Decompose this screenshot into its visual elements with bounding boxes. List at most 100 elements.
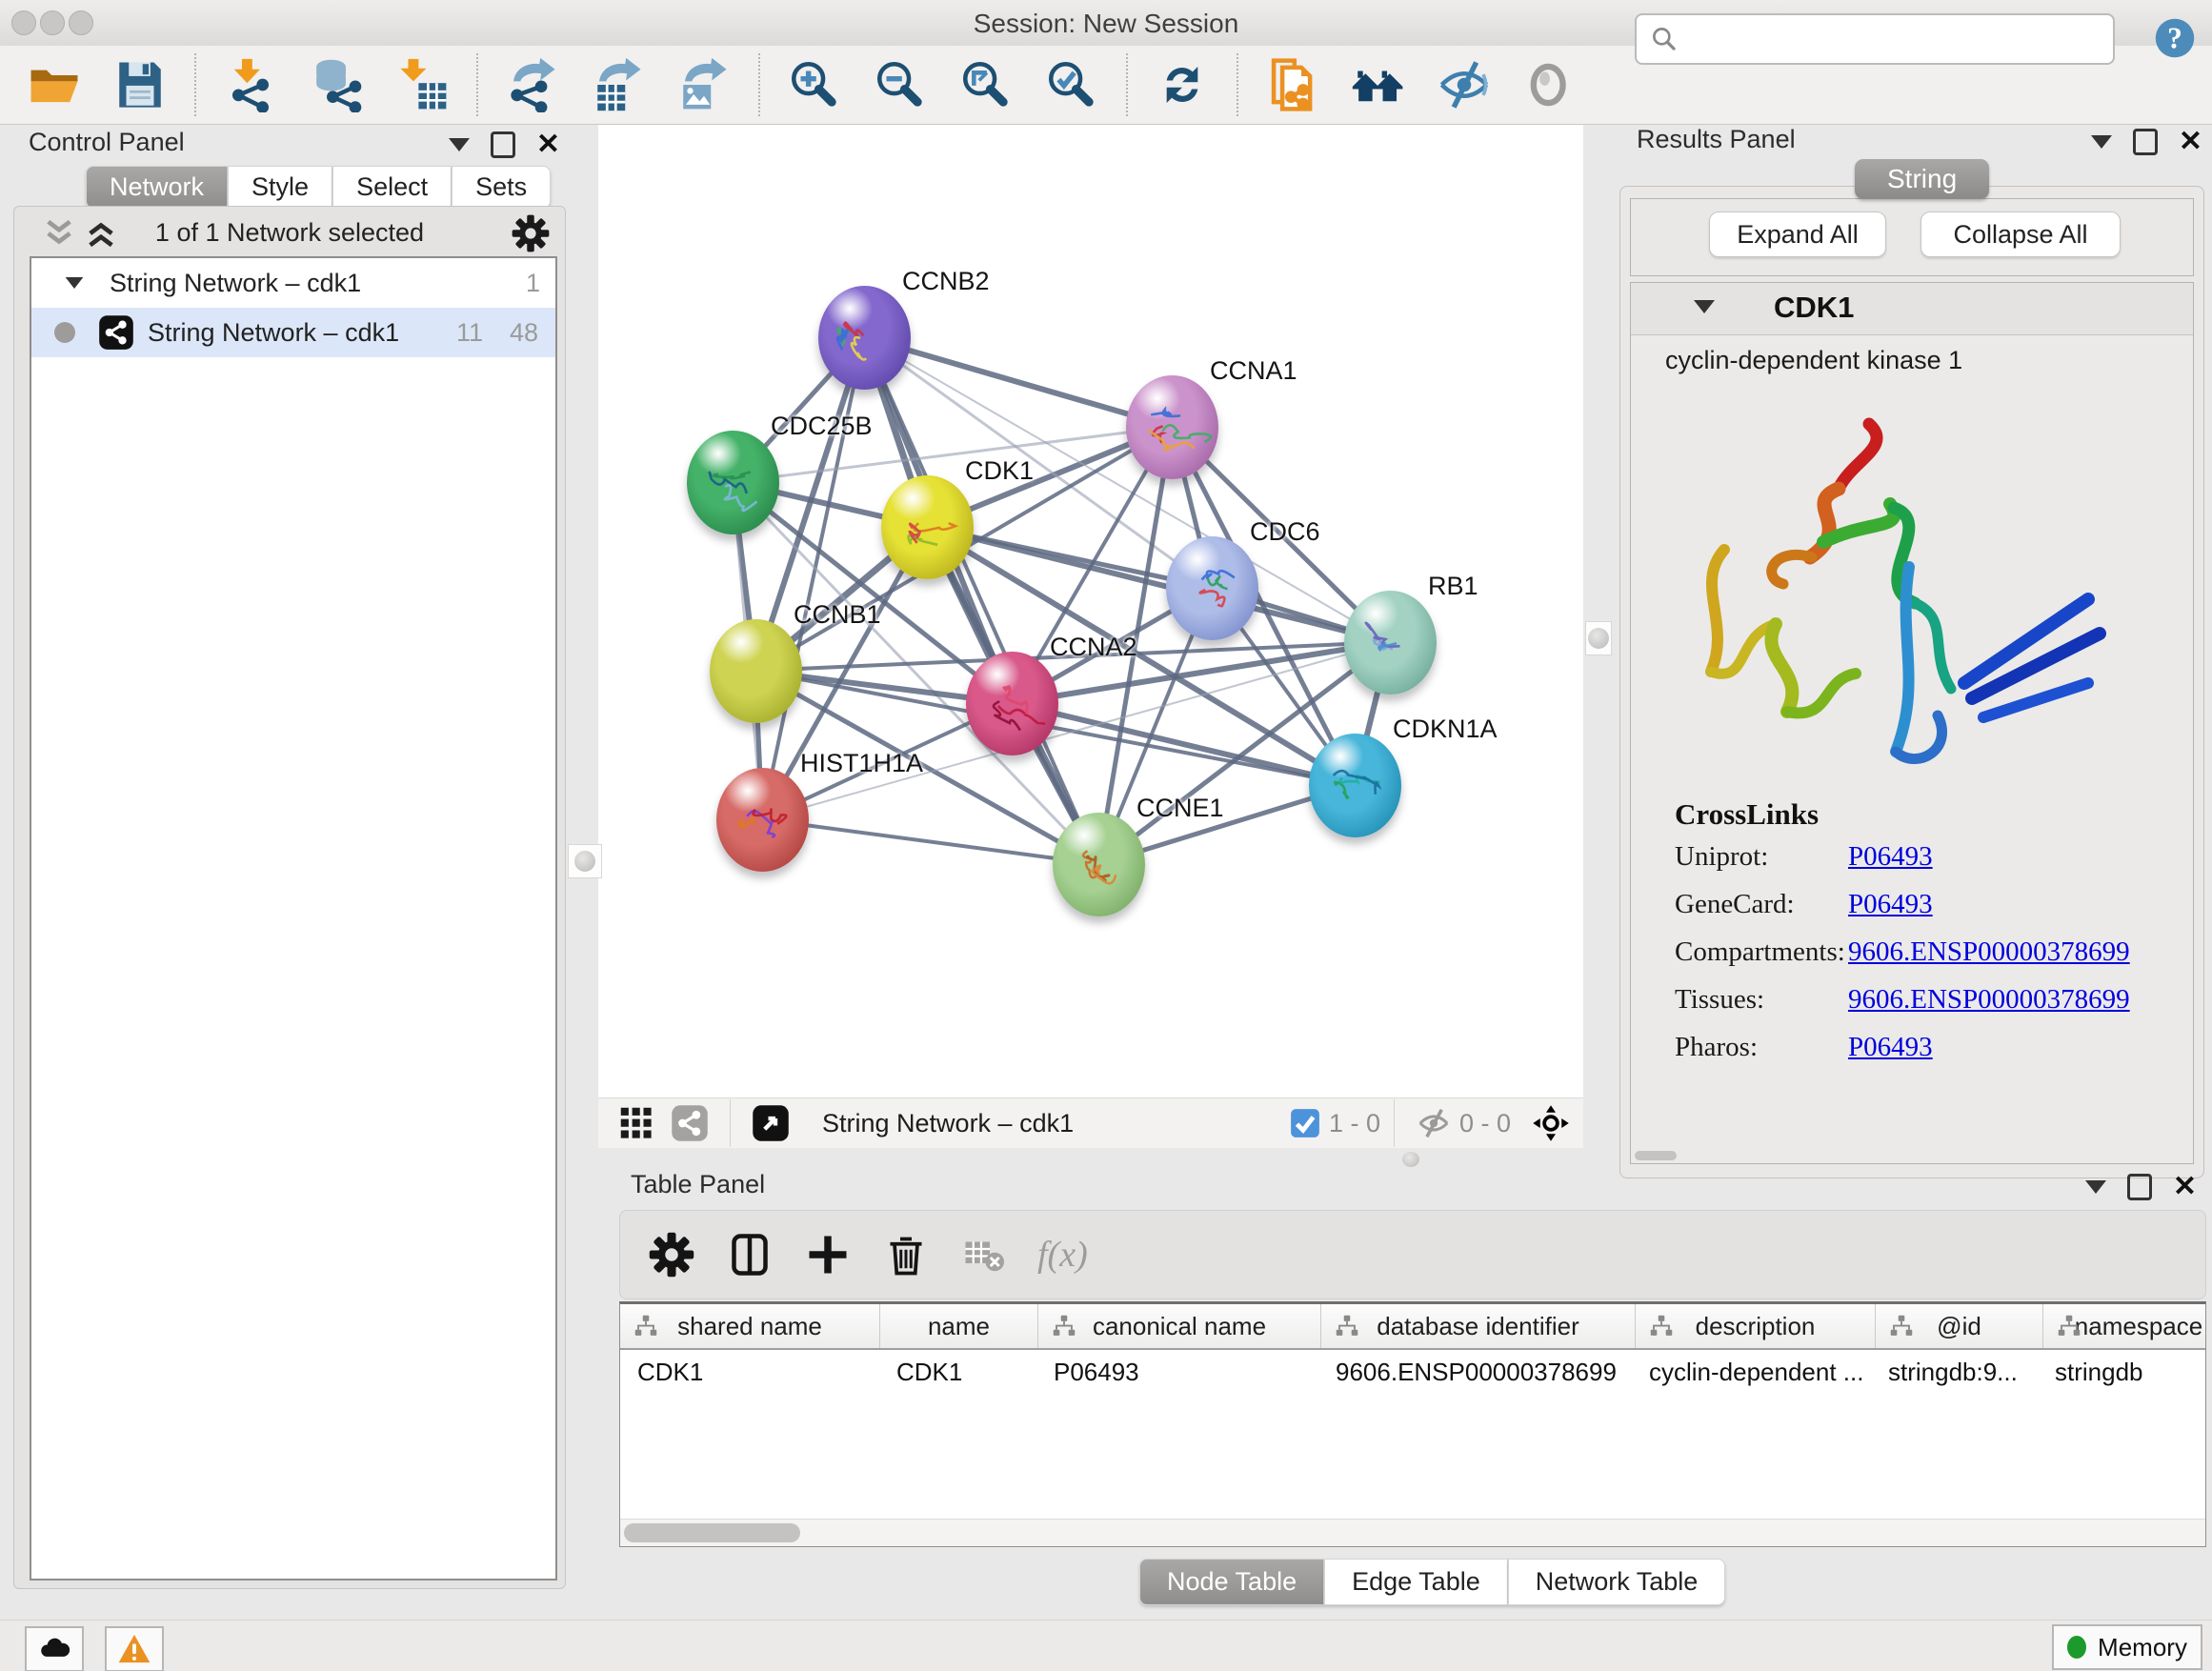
table-scrollbar-thumb[interactable] <box>624 1523 800 1542</box>
tab-network-table[interactable]: Network Table <box>1508 1559 1726 1605</box>
column-header--id[interactable]: @id <box>1876 1304 2043 1348</box>
tab-sets[interactable]: Sets <box>452 166 551 209</box>
string-eye-slash-button[interactable] <box>1435 55 1494 114</box>
tab-node-table[interactable]: Node Table <box>1139 1559 1324 1605</box>
selected-checkbox-icon[interactable] <box>1289 1107 1321 1139</box>
control-panel-float-button[interactable] <box>491 131 515 158</box>
crosslink-link[interactable]: 9606.ENSP00000378699 <box>1848 984 2130 1016</box>
network-canvas[interactable]: CCNB2CCNA1CDC25BCDK1CDC6RB1CCNB1CCNA2CDK… <box>598 125 1583 1097</box>
node-cdk1[interactable] <box>881 475 974 579</box>
table-cell: 9606.ENSP00000378699 <box>1318 1350 1632 1394</box>
node-hist1h1a[interactable] <box>716 768 809 872</box>
protein-structure-thumbnail <box>966 652 1058 755</box>
network-collection-row[interactable]: String Network – cdk1 1 <box>31 258 555 308</box>
import-network-database-button[interactable] <box>307 55 366 114</box>
node-ccnb2[interactable] <box>818 286 911 390</box>
collection-expand-icon[interactable] <box>66 277 84 289</box>
tab-string[interactable]: String <box>1855 159 1989 199</box>
tab-network[interactable]: Network <box>86 166 228 209</box>
zoom-in-button[interactable] <box>785 55 844 114</box>
right-splitter-handle[interactable] <box>1585 621 1612 655</box>
function-builder-button[interactable]: f(x) <box>1037 1230 1088 1279</box>
memory-button[interactable]: Memory <box>2052 1624 2202 1670</box>
birds-eye-view-icon[interactable] <box>752 1104 790 1142</box>
network-options-gear-icon[interactable] <box>512 214 550 252</box>
table-horizontal-scrollbar[interactable] <box>620 1519 2205 1546</box>
tab-style[interactable]: Style <box>228 166 332 209</box>
fit-content-crosshair-icon[interactable] <box>1532 1104 1570 1142</box>
gene-entry-header[interactable]: CDK1 <box>1631 283 2193 335</box>
warnings-button[interactable] <box>105 1626 164 1671</box>
column-header-namespace[interactable]: namespace <box>2043 1304 2206 1348</box>
grid-view-icon[interactable] <box>617 1104 655 1142</box>
zoom-fit-button[interactable] <box>956 55 1016 114</box>
refresh-button[interactable] <box>1153 55 1212 114</box>
delete-table-button[interactable] <box>959 1230 1009 1279</box>
crosslink-link[interactable]: P06493 <box>1848 841 1933 873</box>
node-rb1[interactable] <box>1344 591 1437 695</box>
details-scrollbar[interactable] <box>1635 1151 1677 1160</box>
import-table-button[interactable] <box>392 55 452 114</box>
search-input[interactable] <box>1680 19 2113 59</box>
string-document-button[interactable] <box>1263 55 1322 114</box>
results-panel-close-button[interactable]: ✕ <box>2179 131 2202 152</box>
tab-select[interactable]: Select <box>332 166 452 209</box>
control-panel-close-button[interactable]: ✕ <box>536 134 560 155</box>
node-label-ccnb2: CCNB2 <box>902 267 990 296</box>
zoom-in-icon <box>787 57 842 112</box>
column-header-shared-name[interactable]: shared name <box>620 1304 880 1348</box>
column-header-database-identifier[interactable]: database identifier <box>1321 1304 1636 1348</box>
left-splitter-handle[interactable] <box>568 844 602 878</box>
export-image-button[interactable] <box>674 55 734 114</box>
delete-column-button[interactable] <box>881 1230 931 1279</box>
help-button[interactable]: ? <box>2152 15 2198 61</box>
protein-structure-thumbnail <box>710 619 802 723</box>
node-ccna2[interactable] <box>966 652 1058 755</box>
open-session-button[interactable] <box>25 55 84 114</box>
column-header-name[interactable]: name <box>880 1304 1038 1348</box>
export-network-button[interactable] <box>503 55 562 114</box>
zoom-out-button[interactable] <box>871 55 930 114</box>
table-toolbar: f(x) <box>619 1210 2206 1299</box>
string-eye-button[interactable] <box>1520 55 1579 114</box>
cloud-icon <box>37 1632 71 1666</box>
node-label-ccne1: CCNE1 <box>1136 794 1224 823</box>
bottom-splitter-handle[interactable] <box>1395 1151 1427 1168</box>
gene-name: CDK1 <box>1774 291 1854 325</box>
crosslink-link[interactable]: P06493 <box>1848 1032 1933 1063</box>
share-view-icon[interactable] <box>671 1104 709 1142</box>
network-row-selected[interactable]: String Network – cdk1 11 48 <box>31 308 555 357</box>
collapse-all-button[interactable]: Collapse All <box>1920 211 2121 257</box>
node-ccne1[interactable] <box>1053 813 1145 916</box>
table-row[interactable]: CDK1CDK1P064939606.ENSP00000378699cyclin… <box>620 1350 2205 1394</box>
table-panel-menu-button[interactable] <box>2085 1180 2106 1194</box>
results-panel-float-button[interactable] <box>2133 129 2158 155</box>
show-columns-button[interactable] <box>725 1230 774 1279</box>
create-column-button[interactable] <box>803 1230 853 1279</box>
table-options-button[interactable] <box>647 1230 696 1279</box>
crosslink-label: Pharos: <box>1675 1032 1848 1063</box>
control-panel-menu-button[interactable] <box>449 138 470 151</box>
node-cdc6[interactable] <box>1166 536 1258 640</box>
node-ccnb1[interactable] <box>710 619 802 723</box>
node-cdkn1a[interactable] <box>1309 734 1401 837</box>
node-cdc25b[interactable] <box>687 431 779 534</box>
gene-collapse-icon[interactable] <box>1694 300 1715 313</box>
crosslink-link[interactable]: P06493 <box>1848 889 1933 920</box>
column-header-canonical-name[interactable]: canonical name <box>1038 1304 1321 1348</box>
table-panel-close-button[interactable]: ✕ <box>2173 1177 2197 1198</box>
crosslink-link[interactable]: 9606.ENSP00000378699 <box>1848 936 2130 968</box>
node-ccna1[interactable] <box>1126 375 1218 479</box>
import-network-file-button[interactable] <box>221 55 280 114</box>
table-panel-float-button[interactable] <box>2127 1174 2152 1200</box>
tab-edge-table[interactable]: Edge Table <box>1324 1559 1508 1605</box>
hidden-eye-icon[interactable] <box>1416 1105 1452 1141</box>
results-panel-menu-button[interactable] <box>2091 135 2112 149</box>
zoom-selected-button[interactable] <box>1042 55 1101 114</box>
expand-all-button[interactable]: Expand All <box>1709 211 1886 257</box>
save-session-button[interactable] <box>111 55 170 114</box>
cloud-status-button[interactable] <box>25 1626 84 1671</box>
export-table-button[interactable] <box>589 55 648 114</box>
string-homes-button[interactable] <box>1349 55 1408 114</box>
column-header-description[interactable]: description <box>1636 1304 1876 1348</box>
